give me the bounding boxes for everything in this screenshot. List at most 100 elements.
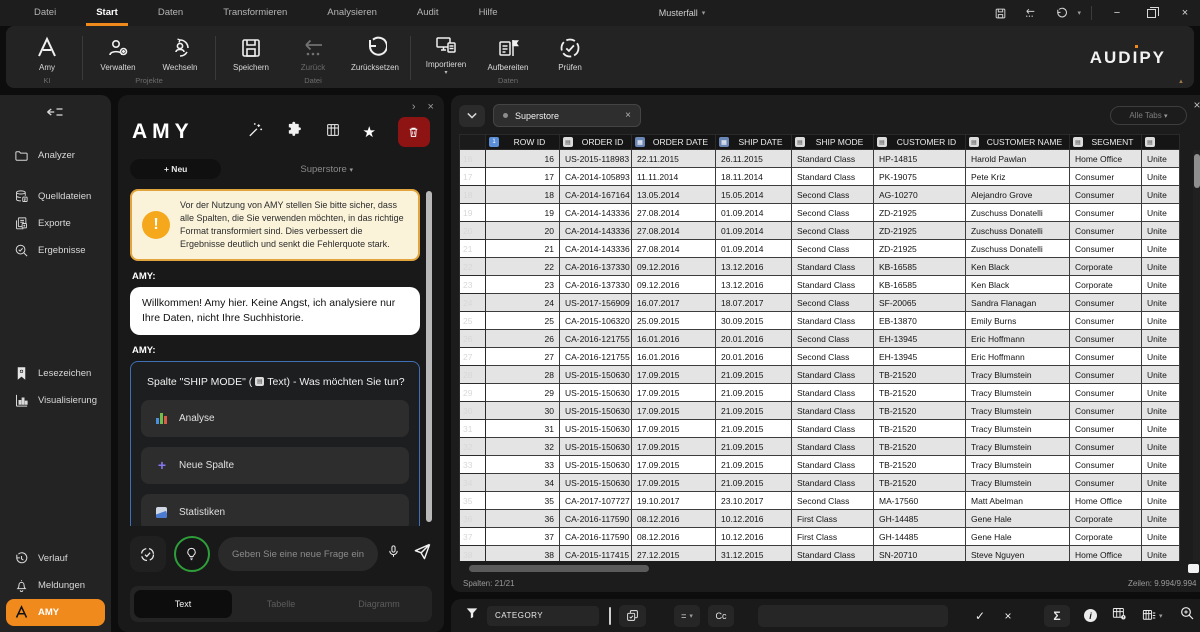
table-cell[interactable]: Second Class [791,492,873,510]
copy-filter-button[interactable] [619,605,646,627]
table-cell[interactable]: KB-16585 [873,276,965,294]
table-cell[interactable]: Standard Class [791,150,873,168]
table-cell[interactable]: Unite [1141,510,1179,528]
table-cell[interactable]: TB-21520 [873,438,965,456]
tab-text[interactable]: Text [134,590,232,618]
table-cell[interactable]: Corporate [1069,528,1141,546]
table-cell[interactable]: 25 [485,312,559,330]
zoom-icon[interactable] [1179,605,1195,626]
table-cell[interactable]: 18.11.2014 [715,168,791,186]
table-cell[interactable]: Unite [1141,474,1179,492]
table-cell[interactable]: 32 [485,438,559,456]
table-cell[interactable]: Eric Hoffmann [965,348,1069,366]
table-cell[interactable]: 27.08.2014 [631,204,715,222]
table-cell[interactable]: Second Class [791,348,873,366]
table-cell[interactable]: 25.09.2015 [631,312,715,330]
ribbon-amy-button[interactable]: Amy [16,30,78,76]
table-cell[interactable]: Standard Class [791,276,873,294]
table-cell[interactable]: US-2015-150630 [559,366,631,384]
table-cell[interactable]: Unite [1141,276,1179,294]
table-cell[interactable]: 29 [485,384,559,402]
table-cell[interactable]: CA-2015-117415 [559,546,631,561]
dataset-tab-superstore[interactable]: Superstore × [493,104,641,127]
delete-chat-button[interactable] [398,117,430,147]
table-cell[interactable]: Unite [1141,528,1179,546]
microphone-icon[interactable] [386,543,401,565]
table-cell[interactable]: 15.05.2014 [715,186,791,204]
minimize-button[interactable]: − [1102,1,1132,25]
table-cell[interactable]: Unite [1141,366,1179,384]
history-back-icon[interactable] [1017,2,1043,24]
amy-question-input[interactable] [218,537,378,571]
table-cell[interactable]: Unite [1141,492,1179,510]
table-cell[interactable]: 36 [485,510,559,528]
table-cell[interactable]: Gene Hale [965,528,1069,546]
table-cell[interactable]: Zuschuss Donatelli [965,204,1069,222]
table-cell[interactable]: 17.09.2015 [631,366,715,384]
table-grid-icon[interactable] [325,122,341,143]
table-cell[interactable]: US-2015-150630 [559,456,631,474]
table-cell[interactable]: Consumer [1069,222,1141,240]
table-cell[interactable]: 20.01.2016 [715,348,791,366]
table-cell[interactable]: 18 [485,186,559,204]
row-number[interactable]: 33 [459,456,485,474]
table-cell[interactable]: Ken Black [965,258,1069,276]
chat-scrollbar[interactable] [426,191,432,522]
ribbon-aufbereiten-button[interactable]: Aufbereiten [477,30,539,76]
row-number[interactable]: 35 [459,492,485,510]
menu-daten[interactable]: Daten [138,0,203,26]
table-cell[interactable]: 16.01.2016 [631,348,715,366]
table-cell[interactable]: Ken Black [965,276,1069,294]
ribbon-importieren-button[interactable]: Importieren ▾ [415,30,477,76]
table-panel-close-icon[interactable]: × [1193,98,1200,112]
row-number[interactable]: 27 [459,348,485,366]
column-header[interactable]: ▤CUSTOMER ID [873,135,965,150]
table-cell[interactable]: 01.09.2014 [715,240,791,258]
option-analyse[interactable]: Analyse [141,400,409,437]
sidebar-item-lesezeichen[interactable]: Lesezeichen [6,360,105,387]
table-cell[interactable]: 16 [485,150,559,168]
info-icon[interactable]: i [1084,609,1097,622]
table-cell[interactable]: GH-14485 [873,510,965,528]
table-cell[interactable]: 08.12.2016 [631,528,715,546]
table-cell[interactable]: Pete Kriz [965,168,1069,186]
table-cell[interactable]: Zuschuss Donatelli [965,240,1069,258]
table-cell[interactable]: KB-16585 [873,258,965,276]
menu-datei[interactable]: Datei [14,0,76,26]
table-cell[interactable]: Second Class [791,186,873,204]
table-cell[interactable]: Standard Class [791,168,873,186]
table-cell[interactable]: Second Class [791,204,873,222]
ribbon-zurueck-button[interactable]: Zurück [282,30,344,76]
table-cell[interactable]: HP-14815 [873,150,965,168]
table-cell[interactable]: TB-21520 [873,456,965,474]
table-cell[interactable]: CA-2016-121755 [559,348,631,366]
table-cell[interactable]: Consumer [1069,384,1141,402]
table-cell[interactable]: Unite [1141,186,1179,204]
scrollbar-thumb[interactable] [469,565,649,572]
sidebar-item-ergebnisse[interactable]: Ergebnisse [6,237,105,264]
ribbon-pruefen-button[interactable]: Prüfen [539,30,601,76]
undo-dropdown-icon[interactable]: ▾ [1077,9,1081,17]
table-cell[interactable]: Unite [1141,546,1179,561]
table-cell[interactable]: Tracy Blumstein [965,402,1069,420]
table-cell[interactable]: CA-2014-143336 [559,240,631,258]
row-number[interactable]: 38 [459,546,485,561]
table-cell[interactable]: 19.10.2017 [631,492,715,510]
table-cell[interactable]: Consumer [1069,456,1141,474]
table-cell[interactable]: Home Office [1069,150,1141,168]
ribbon-speichern-button[interactable]: Speichern [220,30,282,76]
table-cell[interactable]: AG-10270 [873,186,965,204]
magic-wand-icon[interactable] [247,121,264,143]
table-cell[interactable]: 21 [485,240,559,258]
table-cell[interactable]: 24 [485,294,559,312]
table-cell[interactable]: CA-2016-117590 [559,510,631,528]
table-cell[interactable]: Steve Nguyen [965,546,1069,561]
table-cell[interactable]: TB-21520 [873,384,965,402]
table-cell[interactable]: CA-2014-143336 [559,222,631,240]
table-cell[interactable]: Unite [1141,258,1179,276]
table-cell[interactable]: 35 [485,492,559,510]
horizontal-scrollbar[interactable] [459,563,1200,575]
column-header[interactable]: ▦SHIP DATE [715,135,791,150]
table-cell[interactable]: CA-2014-167164 [559,186,631,204]
ribbon-wechseln-button[interactable]: Wechseln [149,30,211,76]
